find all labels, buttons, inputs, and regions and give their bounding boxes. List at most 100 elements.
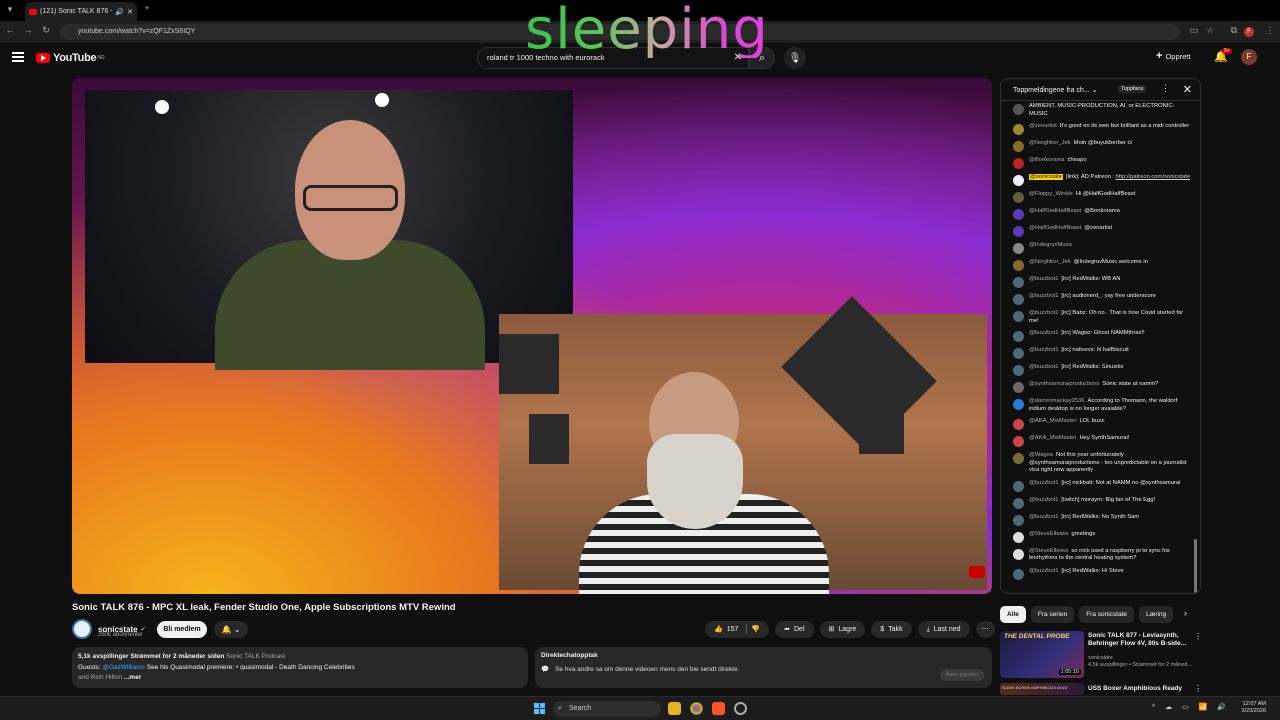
- chat-author-avatar[interactable]: [1013, 226, 1024, 237]
- chat-author-avatar[interactable]: [1013, 175, 1024, 186]
- chat-message[interactable]: @Bonkorama cheapo: [1001, 157, 1200, 169]
- chat-message[interactable]: @Floppy_Winkle Hi @HalfGodHalfBeast: [1001, 191, 1200, 203]
- chat-message[interactable]: @synthsamuraiproductions Sonic state at n…: [1001, 381, 1200, 393]
- chat-message[interactable]: @IndegruvMusic: [1001, 242, 1200, 254]
- chat-message[interactable]: @sonicstate [link]: AD:Patreon : http://p…: [1001, 174, 1200, 186]
- chat-author-name[interactable]: @AKA_MixMaster: [1029, 435, 1076, 441]
- chat-author-name[interactable]: @Neighbor_Jek: [1029, 259, 1071, 265]
- chat-author-name[interactable]: @buzzbot1: [1029, 347, 1058, 353]
- premiere-link[interactable]: • quasimodal - Death Dancing Celebrities: [236, 664, 355, 671]
- chat-scrollbar[interactable]: [1194, 539, 1197, 593]
- channel-avatar[interactable]: [72, 619, 92, 639]
- chrome-icon[interactable]: [690, 702, 703, 715]
- chat-author-avatar[interactable]: [1013, 243, 1024, 254]
- guest-mention-link[interactable]: @GazWilliams: [102, 664, 145, 671]
- menu-kebab-icon[interactable]: ⋮: [1264, 25, 1276, 36]
- chat-author-avatar[interactable]: [1013, 260, 1024, 271]
- chat-author-name[interactable]: @AKA_MixMaster: [1029, 418, 1076, 424]
- reload-icon[interactable]: ↻: [40, 25, 52, 36]
- bookmark-star-icon[interactable]: ☆: [1204, 25, 1216, 36]
- chat-message[interactable]: @AKA_MixMaster Hey SynthSamurai!: [1001, 435, 1200, 447]
- account-avatar[interactable]: F: [1241, 49, 1257, 65]
- chat-author-avatar[interactable]: [1013, 548, 1024, 560]
- filter-chip[interactable]: Fra sonicstate: [1079, 606, 1135, 623]
- chat-author-avatar[interactable]: [1013, 209, 1024, 220]
- forward-icon[interactable]: →: [22, 25, 34, 35]
- file-explorer-icon[interactable]: [668, 702, 681, 715]
- back-icon[interactable]: ←: [4, 25, 16, 35]
- extensions-icon[interactable]: ⧉: [1228, 25, 1240, 36]
- chat-message[interactable]: @SteveElbows so nick used a raspberry pi …: [1001, 548, 1200, 563]
- close-tab-icon[interactable]: ✕: [127, 8, 133, 16]
- share-button[interactable]: ➦ Del: [775, 621, 814, 638]
- chat-author-avatar[interactable]: [1013, 480, 1024, 492]
- chat-author-name[interactable]: @sonicstate: [1029, 174, 1063, 180]
- chat-message[interactable]: AMBIENT, MUSIC-PRODUCTION, AI, or ELECTR…: [1001, 103, 1200, 118]
- youtube-watermark-icon[interactable]: [969, 566, 985, 578]
- chat-author-name[interactable]: @SteveElbows: [1029, 548, 1068, 554]
- chat-author-avatar[interactable]: [1013, 158, 1024, 169]
- chat-message[interactable]: @darrenmackay2536 According to Thomann, t…: [1001, 398, 1200, 413]
- open-panel-button[interactable]: Åpne panelet: [939, 669, 984, 681]
- chat-author-avatar[interactable]: [1013, 277, 1024, 288]
- chat-author-name[interactable]: @buzzbot1: [1029, 480, 1058, 486]
- chat-author-name[interactable]: @buzzbot1: [1029, 276, 1058, 282]
- chat-author-avatar[interactable]: [1013, 436, 1024, 447]
- chat-author-name[interactable]: @buzzbot1: [1029, 568, 1058, 574]
- browser-tab[interactable]: (121) Sonic TALK 876 - MPC 🔊 ✕: [25, 2, 137, 21]
- youtube-logo[interactable]: YouTube NO: [36, 52, 105, 64]
- video-thumbnail[interactable]: SLEEK BOXER AMPHIBIOUS BOAT: [1000, 683, 1084, 695]
- chat-message[interactable]: @buzzbot1 [irc] Babz: Oh no.. That is how…: [1001, 310, 1200, 325]
- chat-author-name[interactable]: @buzzbot1: [1029, 497, 1058, 503]
- chat-author-avatar[interactable]: [1013, 419, 1024, 430]
- join-member-button[interactable]: Bli medlem: [157, 621, 207, 638]
- hamburger-menu-icon[interactable]: [12, 52, 24, 62]
- chat-author-avatar[interactable]: [1013, 514, 1024, 526]
- chat-message[interactable]: @HalfGodHalfBeast @zenartist: [1001, 225, 1200, 237]
- download-button[interactable]: ⤓ Last ned: [917, 621, 970, 638]
- screen-cast-icon[interactable]: ▭: [1188, 25, 1200, 36]
- chat-message[interactable]: @buzzbot1 [irc] RedWalks: WB AN: [1001, 276, 1200, 288]
- chat-author-name[interactable]: @synthsamuraiproductions: [1029, 381, 1099, 387]
- system-clock[interactable]: 12:07 AM 3/23/2026: [1242, 701, 1266, 715]
- chat-author-name[interactable]: @buzzbot1: [1029, 364, 1058, 370]
- description-box[interactable]: 5,1k avspillinger Strømmet for 2 måneder…: [72, 647, 528, 688]
- chat-message[interactable]: @HalfGodHalfBeast @Bonkorama: [1001, 208, 1200, 220]
- like-button[interactable]: 👍 157 👎: [705, 621, 770, 638]
- recommended-more-icon[interactable]: ⋮: [1194, 684, 1202, 693]
- url-field[interactable]: youtube.com/watch?v=zQF1ZxS6IQY: [60, 24, 1180, 40]
- chat-author-avatar[interactable]: [1013, 365, 1024, 376]
- recommended-title[interactable]: Sonic TALK 877 - Leviasynth, Behringer F…: [1088, 632, 1192, 648]
- recommended-more-icon[interactable]: ⋮: [1194, 632, 1202, 641]
- close-chat-icon[interactable]: ✕: [1183, 83, 1192, 96]
- chat-author-avatar[interactable]: [1013, 124, 1024, 135]
- app-icon[interactable]: [734, 702, 747, 715]
- filter-chip[interactable]: Læring: [1139, 606, 1174, 623]
- filter-chip[interactable]: Fra serien: [1030, 606, 1075, 623]
- chat-message[interactable]: @Wagoo Not this year unfortunately @synth…: [1001, 452, 1200, 475]
- chat-author-name[interactable]: @HalfGodHalfBeast: [1029, 208, 1081, 214]
- chat-message[interactable]: @zenartist It's good on its own but brill…: [1001, 123, 1200, 135]
- chat-message[interactable]: @Neighbor_Jek Moin @buyukberber o/: [1001, 140, 1200, 152]
- filter-chip[interactable]: Alle: [1000, 606, 1026, 623]
- chat-message[interactable]: @buzzbot1 [irc] RedWalks: Sinusitis: [1001, 364, 1200, 376]
- chat-message[interactable]: @buzzbot1 [irc] RedWalks: Hi Steve: [1001, 568, 1200, 580]
- chat-message[interactable]: @buzzbot1 [irc] Wagoo: Ghost NAMMthrax!!: [1001, 330, 1200, 342]
- chat-message[interactable]: @buzzbot1 [irc] nativevs: hi halfbiscuit: [1001, 347, 1200, 359]
- podcast-link[interactable]: Sonic TALK Podcast: [226, 653, 285, 660]
- chat-message[interactable]: @buzzbot1 [irc] RedWalks: No Synth Sam: [1001, 514, 1200, 526]
- video-thumbnail[interactable]: THE DENTAL PROBE 1:05:10: [1000, 631, 1084, 678]
- chat-author-avatar[interactable]: [1013, 104, 1024, 115]
- recommended-video[interactable]: THE DENTAL PROBE 1:05:10 Sonic TALK 877 …: [1000, 631, 1202, 681]
- chat-author-name[interactable]: @buzzbot1: [1029, 330, 1058, 336]
- chat-message[interactable]: @AKA_MixMaster LOL buzz.: [1001, 418, 1200, 430]
- brave-browser-icon[interactable]: [712, 702, 725, 715]
- clear-search-icon[interactable]: ✕: [734, 48, 742, 68]
- chat-message[interactable]: @SteveElbows greetings: [1001, 531, 1200, 543]
- chat-author-avatar[interactable]: [1013, 348, 1024, 359]
- chat-message-list[interactable]: AMBIENT, MUSIC-PRODUCTION, AI, or ELECTR…: [1001, 103, 1200, 585]
- recommended-video[interactable]: SLEEK BOXER AMPHIBIOUS BOAT USS Boxer Am…: [1000, 683, 1202, 695]
- chat-author-name[interactable]: @darrenmackay2536: [1029, 398, 1085, 404]
- top-fans-badge[interactable]: Toppfans: [1118, 85, 1147, 93]
- new-tab-button[interactable]: +: [141, 3, 153, 13]
